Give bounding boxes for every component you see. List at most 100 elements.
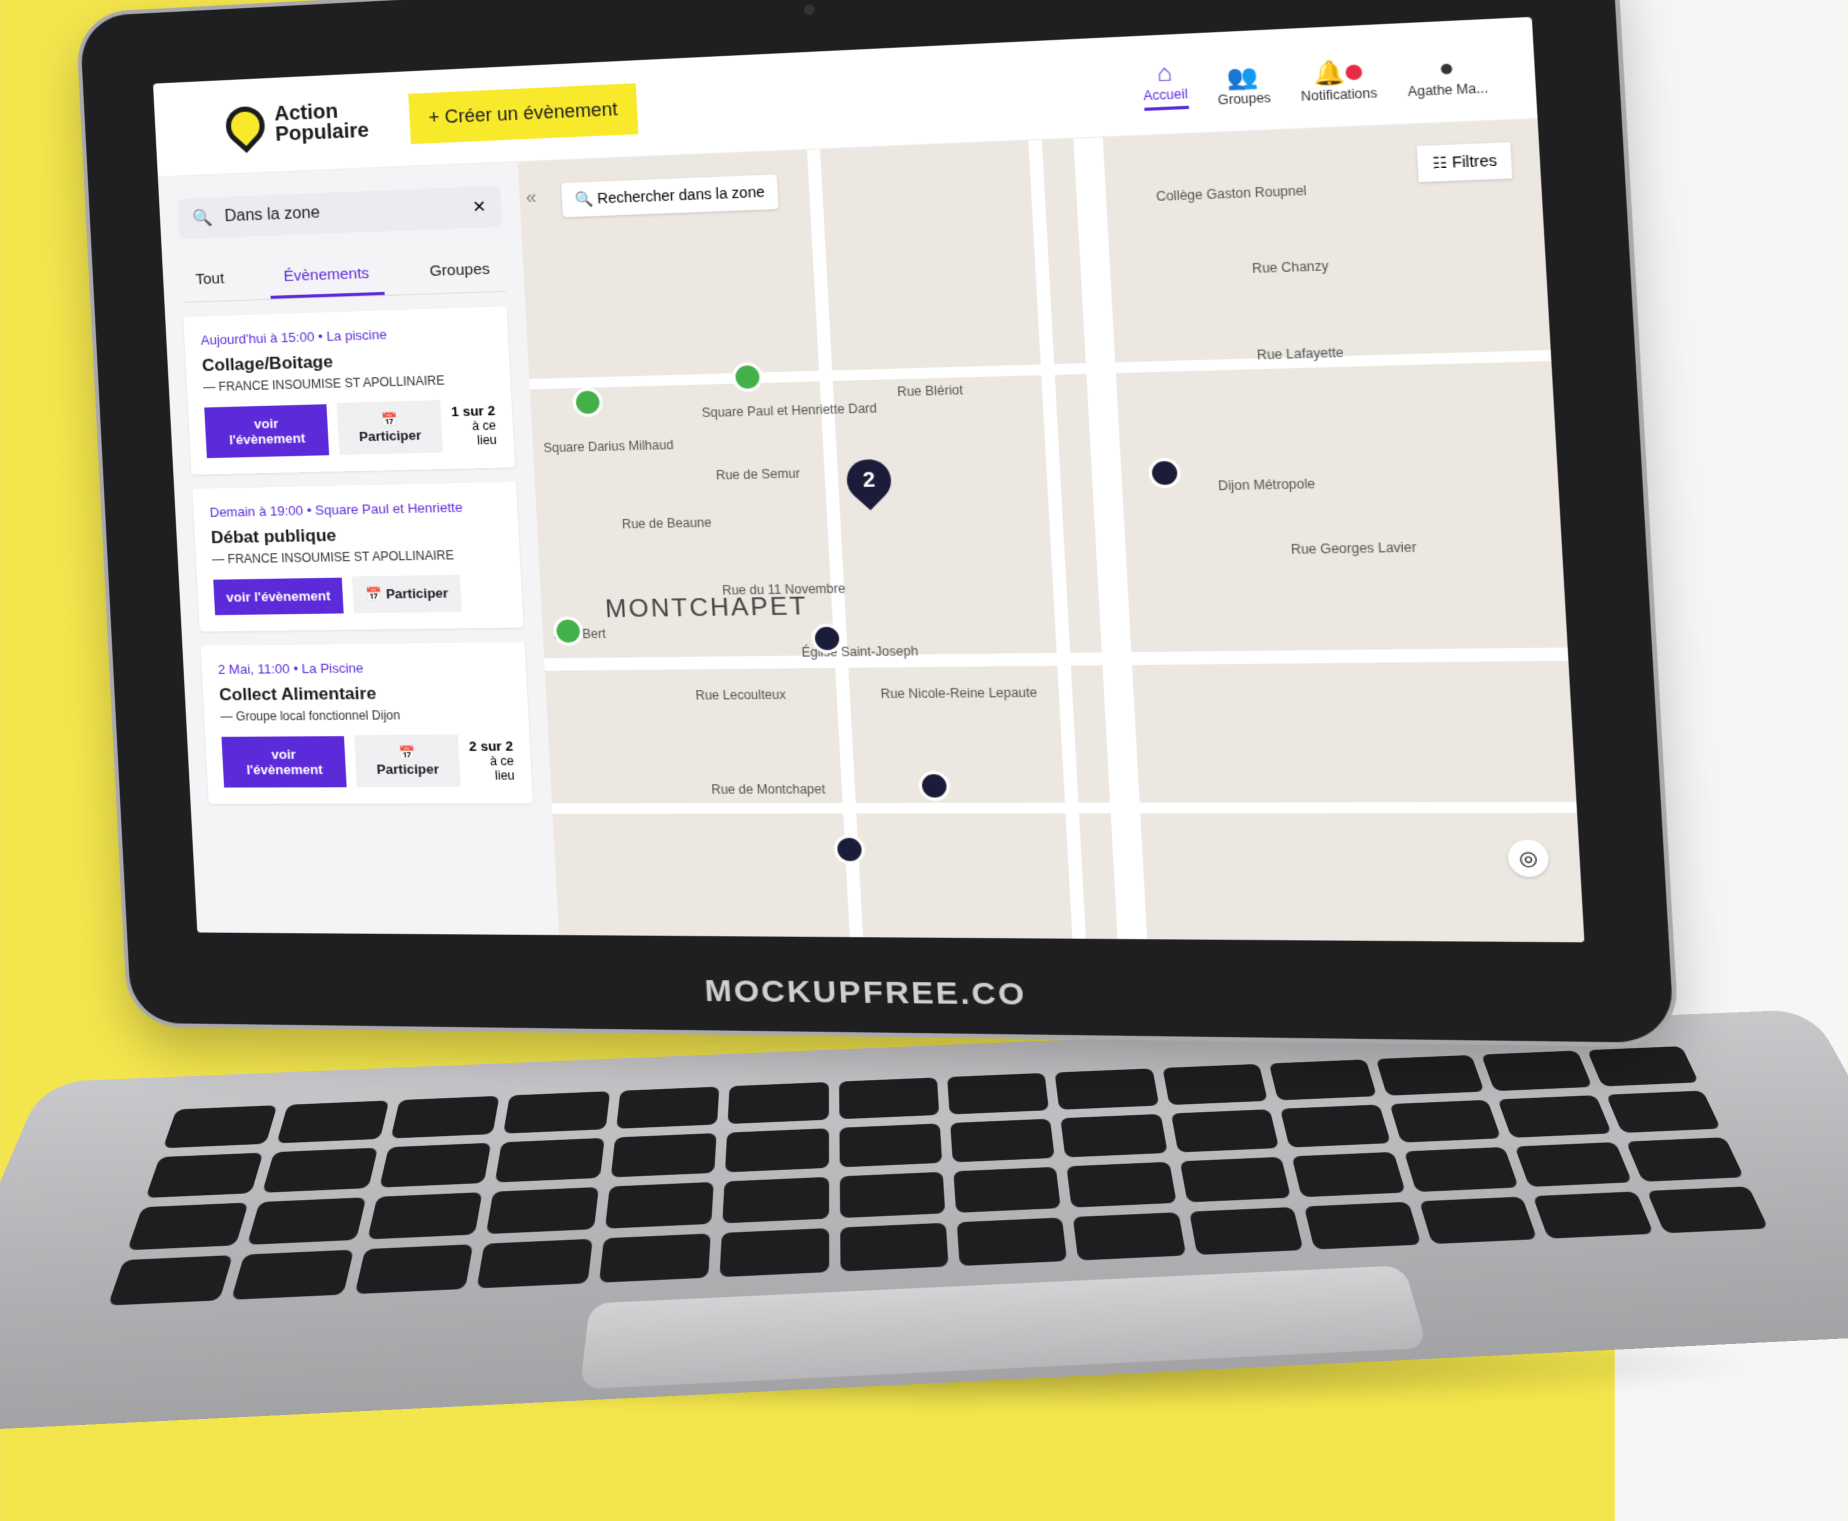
key [1170, 1109, 1280, 1153]
event-title: Collage/Boitage [201, 351, 334, 376]
view-event-button[interactable]: voir l'évènement [221, 735, 348, 788]
participate-button[interactable]: 📅 Participer [337, 400, 443, 455]
map-pin-green[interactable] [572, 387, 604, 418]
participate-button[interactable]: 📅 Participer [354, 734, 461, 788]
key [947, 1072, 1050, 1115]
event-title: Débat publique [210, 525, 337, 548]
tab-all[interactable]: Tout [180, 259, 239, 302]
key [1389, 1099, 1502, 1143]
event-count: 2 sur 2à ce lieu [468, 738, 515, 783]
key [1060, 1113, 1168, 1158]
locate-icon[interactable]: ◎ [1506, 839, 1550, 878]
search-box: 🔍 ✕ [177, 185, 503, 240]
event-actions: voir l'évènement 📅 Participer [213, 574, 506, 615]
map-search-label: Rechercher dans la zone [596, 183, 766, 207]
key [162, 1105, 278, 1149]
top-nav: ⌂ Accueil 👥 Groupes 🔔 Notifications ● Ag… [1141, 44, 1489, 111]
key [1625, 1137, 1745, 1182]
count-main: 1 sur 2 [450, 402, 496, 419]
view-event-button[interactable]: voir l'évènement [213, 577, 344, 615]
users-icon: 👥 [1226, 62, 1260, 91]
tab-events[interactable]: Évènements [268, 254, 385, 299]
district-label: MONTCHAPET [604, 592, 809, 624]
map-pin-green[interactable] [731, 361, 764, 393]
sidebar: 🔍 ✕ Tout Évènements Groupes Aujourd'hui … [157, 162, 560, 937]
map-pin[interactable] [917, 770, 951, 801]
nav-notifications[interactable]: 🔔 Notifications [1299, 57, 1378, 104]
logo[interactable]: Action Populaire + Créer un évènement [218, 82, 639, 154]
nav-notifications-label: Notifications [1300, 84, 1378, 104]
key [1497, 1095, 1612, 1138]
collapse-sidebar-icon[interactable]: « [525, 186, 537, 208]
view-event-button[interactable]: voir l'évènement [204, 403, 330, 458]
event-meta: Demain à 19:00 • Square Paul et Henriett… [209, 499, 463, 520]
search-input[interactable] [222, 197, 463, 228]
map[interactable]: « 🔍 Rechercher dans la zone ☷ Filtres Co… [517, 119, 1585, 943]
key [1055, 1068, 1160, 1110]
map-pin-green[interactable] [552, 616, 584, 646]
notification-badge [1345, 63, 1363, 80]
key [956, 1217, 1068, 1266]
close-icon[interactable]: ✕ [472, 197, 487, 218]
participate-label: Participer [358, 427, 422, 445]
home-icon: ⌂ [1155, 58, 1173, 87]
key [503, 1091, 610, 1134]
event-actions: voir l'évènement 📅 Participer 2 sur 2à c… [221, 734, 515, 788]
key [604, 1181, 714, 1229]
tabs: Tout Évènements Groupes [180, 249, 506, 303]
key [1532, 1191, 1654, 1239]
map-label: Rue Blériot [896, 382, 964, 400]
key [1514, 1142, 1632, 1187]
event-actions: voir l'évènement 📅 Participer 1 sur 2à c… [204, 399, 497, 459]
key [127, 1202, 249, 1251]
calendar-icon: 📅 [398, 744, 416, 761]
logo-line-2: Populaire [274, 119, 370, 146]
key [262, 1147, 378, 1193]
key [1162, 1063, 1269, 1106]
key [725, 1128, 829, 1173]
map-pin[interactable] [1147, 457, 1182, 489]
avatar: ● [1437, 52, 1456, 82]
map-pin[interactable] [810, 623, 844, 654]
participate-button[interactable]: 📅 Participer [352, 574, 462, 614]
key [839, 1171, 946, 1219]
event-meta: Aujourd'hui à 15:00 • La piscine [200, 326, 388, 348]
key [486, 1187, 599, 1235]
nav-home[interactable]: ⌂ Accueil [1141, 57, 1189, 111]
key [390, 1095, 500, 1139]
tab-groups[interactable]: Groupes [414, 250, 506, 294]
screen: Action Populaire + Créer un évènement ⌂ … [152, 16, 1585, 943]
map-pin[interactable] [833, 834, 866, 865]
key [354, 1244, 474, 1295]
key [367, 1192, 483, 1240]
create-event-button[interactable]: + Créer un évènement [408, 82, 639, 144]
key [1403, 1146, 1519, 1193]
map-label: Rue de Semur [715, 466, 801, 483]
nav-home-label: Accueil [1143, 85, 1189, 103]
key [953, 1166, 1062, 1213]
key [1066, 1161, 1177, 1208]
bell-icon: 🔔 [1313, 57, 1363, 87]
key [1292, 1151, 1406, 1198]
filters-button[interactable]: ☷ Filtres [1417, 142, 1513, 183]
event-organizer: — FRANCE INSOUMISE ST APOLLINAIRE [211, 548, 455, 567]
map-search-button[interactable]: 🔍 Rechercher dans la zone [561, 174, 779, 218]
key [598, 1233, 711, 1283]
participate-label: Participer [385, 585, 449, 602]
nav-profile[interactable]: ● Agathe Ma... [1406, 51, 1488, 99]
key [1179, 1156, 1292, 1203]
map-label: Square Darius Milhaud [543, 437, 674, 456]
keyboard [107, 1046, 1769, 1306]
cluster-marker[interactable]: 2 [837, 450, 901, 511]
map-road [1073, 137, 1148, 941]
participate-label: Participer [376, 761, 440, 777]
key [247, 1197, 367, 1245]
map-label: Rue Georges Lavier [1290, 539, 1417, 558]
key [1304, 1201, 1421, 1250]
map-road [1028, 140, 1087, 940]
nav-groups[interactable]: 👥 Groupes [1216, 62, 1271, 107]
event-title: Collect Alimentaire [218, 683, 377, 705]
event-organizer: — FRANCE INSOUMISE ST APOLLINAIRE [202, 373, 445, 395]
map-label: Rue Nicole-Reine Lepaute [880, 685, 1038, 702]
key [1481, 1050, 1592, 1092]
